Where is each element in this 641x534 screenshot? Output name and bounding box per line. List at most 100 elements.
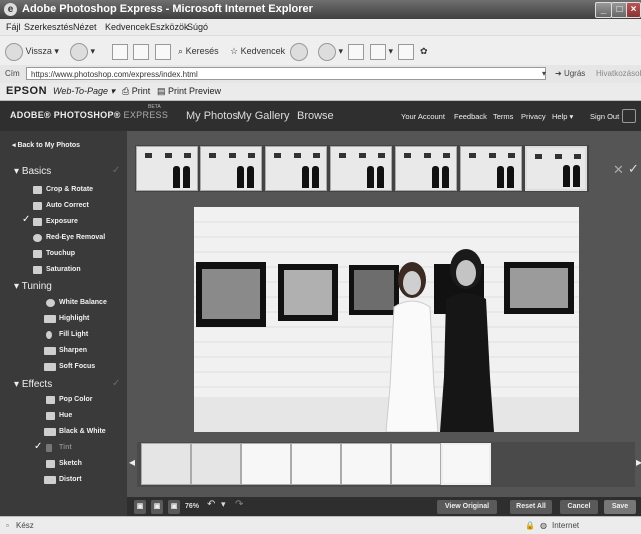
filmstrip-thumb[interactable] bbox=[391, 443, 441, 485]
address-dropdown-icon[interactable]: ▾ bbox=[542, 65, 546, 83]
photo-canvas[interactable] bbox=[194, 207, 579, 432]
variation-thumb[interactable] bbox=[136, 146, 198, 191]
apply-check-icon[interactable]: ✓ bbox=[628, 161, 639, 177]
nav-sign-out[interactable]: Sign Out bbox=[590, 112, 619, 121]
view-original-button[interactable]: View Original bbox=[437, 500, 497, 514]
variation-thumb[interactable] bbox=[330, 146, 392, 191]
home-button[interactable] bbox=[155, 42, 171, 60]
refresh-button[interactable] bbox=[133, 42, 149, 60]
variation-thumb[interactable] bbox=[395, 146, 457, 191]
nav-help[interactable]: Help ▾ bbox=[552, 112, 573, 121]
nav-my-gallery[interactable]: My Gallery bbox=[237, 110, 290, 122]
save-button[interactable]: Save bbox=[604, 500, 636, 514]
filmstrip-thumb[interactable] bbox=[141, 443, 191, 485]
go-button[interactable]: ➜ Ugrás bbox=[555, 65, 585, 83]
undo-icon[interactable]: ↶ bbox=[207, 499, 215, 510]
tool-saturation[interactable]: Saturation bbox=[46, 266, 81, 273]
redo-icon[interactable]: ↷ bbox=[235, 499, 243, 510]
filmstrip-left-arrow-icon[interactable]: ◂ bbox=[129, 455, 135, 469]
nav-browse[interactable]: Browse bbox=[297, 110, 334, 122]
cancel-x-icon[interactable]: ✕ bbox=[613, 162, 624, 178]
basics-check-icon: ✓ bbox=[112, 165, 121, 176]
highlight-icon bbox=[44, 315, 56, 323]
tool-sketch[interactable]: Sketch bbox=[59, 460, 82, 467]
variation-thumb-selected[interactable] bbox=[525, 146, 587, 191]
browser-toolbar: Vissza ▾ ▾ ⌕ Keresés ☆ Kedvencek ▾ ▾ ✿ bbox=[0, 35, 641, 66]
section-basics[interactable]: ▾ Basics bbox=[14, 166, 51, 177]
menu-tools[interactable]: Eszközök bbox=[150, 19, 189, 35]
undo-dropdown-icon[interactable]: ▾ bbox=[221, 499, 226, 510]
nav-my-photos[interactable]: My Photos bbox=[186, 110, 238, 122]
variation-thumb[interactable] bbox=[265, 146, 327, 191]
zoom-icon[interactable]: ▣ bbox=[168, 500, 180, 514]
print-button[interactable] bbox=[348, 42, 364, 60]
print-link[interactable]: ⎙ Print bbox=[122, 83, 150, 100]
address-input[interactable]: https://www.photoshop.com/express/index.… bbox=[26, 67, 546, 80]
tool-sharpen[interactable]: Sharpen bbox=[59, 347, 87, 354]
filmstrip-thumb[interactable] bbox=[241, 443, 291, 485]
menu-file[interactable]: Fájl bbox=[6, 19, 21, 35]
tool-highlight[interactable]: Highlight bbox=[59, 315, 89, 322]
messenger-button[interactable]: ✿ bbox=[420, 42, 428, 60]
web-to-page-dropdown[interactable]: Web-To-Page ▾ bbox=[53, 83, 115, 100]
nav-privacy[interactable]: Privacy bbox=[521, 112, 546, 121]
tool-distort[interactable]: Distort bbox=[59, 476, 82, 483]
menu-edit[interactable]: Szerkesztés bbox=[24, 19, 73, 35]
actual-size-icon[interactable]: ▣ bbox=[151, 500, 163, 514]
variation-thumb[interactable] bbox=[200, 146, 262, 191]
section-tuning[interactable]: ▾ Tuning bbox=[14, 281, 52, 292]
tool-auto-correct[interactable]: Auto Correct bbox=[46, 202, 89, 209]
filmstrip-thumb[interactable] bbox=[191, 443, 241, 485]
print-preview-link[interactable]: ▤ Print Preview bbox=[157, 83, 221, 100]
tool-exposure[interactable]: Exposure bbox=[46, 218, 78, 225]
stop-button[interactable] bbox=[112, 42, 128, 60]
menu-favorites[interactable]: Kedvencek bbox=[105, 19, 150, 35]
tool-soft-focus[interactable]: Soft Focus bbox=[59, 363, 95, 370]
go-arrow-icon: ➜ bbox=[555, 69, 562, 78]
filmstrip-thumb[interactable] bbox=[291, 443, 341, 485]
close-button[interactable]: × bbox=[626, 2, 641, 18]
variation-thumb[interactable] bbox=[460, 146, 522, 191]
reset-all-button[interactable]: Reset All bbox=[510, 500, 552, 514]
printer-icon bbox=[348, 43, 364, 60]
tool-black-white[interactable]: Black & White bbox=[59, 428, 106, 435]
menu-help[interactable]: Súgó bbox=[187, 19, 208, 35]
app-logo-suffix: EXPRESS bbox=[123, 110, 169, 120]
back-button[interactable]: Vissza ▾ bbox=[5, 42, 59, 61]
minimize-button[interactable]: _ bbox=[595, 2, 612, 18]
filmstrip-thumb-selected[interactable] bbox=[441, 443, 491, 485]
tool-fill-light[interactable]: Fill Light bbox=[59, 331, 88, 338]
window-title: Adobe Photoshop Express - Microsoft Inte… bbox=[22, 3, 313, 15]
menu-view[interactable]: Nézet bbox=[73, 19, 97, 35]
editor-action-bar: ▣ ▣ ▣ 76% ↶ ▾ ↷ View Original Reset All … bbox=[127, 497, 641, 516]
tool-hue[interactable]: Hue bbox=[59, 412, 72, 419]
nav-feedback[interactable]: Feedback bbox=[454, 112, 487, 121]
discuss-button[interactable] bbox=[398, 42, 414, 60]
links-label[interactable]: Hivatkozások bbox=[596, 65, 641, 83]
fit-view-icon[interactable]: ▣ bbox=[134, 500, 146, 514]
nav-terms[interactable]: Terms bbox=[493, 112, 513, 121]
section-effects[interactable]: ▾ Effects bbox=[14, 379, 52, 390]
nav-your-account[interactable]: Your Account bbox=[401, 112, 445, 121]
edit-button[interactable]: ▾ bbox=[370, 42, 393, 60]
stop-icon bbox=[112, 43, 128, 60]
fullscreen-icon[interactable] bbox=[622, 109, 636, 123]
browser-window: e Adobe Photoshop Express - Microsoft In… bbox=[0, 0, 641, 534]
filmstrip-right-arrow-icon[interactable]: ▸ bbox=[636, 455, 641, 469]
favorites-button[interactable]: ☆ Kedvencek bbox=[230, 42, 285, 60]
sharpen-icon bbox=[44, 347, 56, 355]
tool-crop-rotate[interactable]: Crop & Rotate bbox=[46, 186, 93, 193]
mail-button[interactable]: ▾ bbox=[318, 42, 343, 61]
tool-red-eye-removal[interactable]: Red-Eye Removal bbox=[46, 234, 105, 241]
filmstrip-thumb[interactable] bbox=[341, 443, 391, 485]
tool-white-balance[interactable]: White Balance bbox=[59, 299, 107, 306]
messenger-icon: ✿ bbox=[420, 46, 428, 56]
tool-tint[interactable]: Tint bbox=[59, 444, 72, 451]
forward-button[interactable]: ▾ bbox=[70, 42, 95, 61]
back-to-my-photos[interactable]: ◂ Back to My Photos bbox=[12, 141, 80, 149]
tool-pop-color[interactable]: Pop Color bbox=[59, 396, 92, 403]
history-button[interactable] bbox=[290, 42, 308, 61]
cancel-button[interactable]: Cancel bbox=[560, 500, 598, 514]
search-button[interactable]: ⌕ Keresés bbox=[178, 42, 219, 60]
tool-touchup[interactable]: Touchup bbox=[46, 250, 75, 257]
